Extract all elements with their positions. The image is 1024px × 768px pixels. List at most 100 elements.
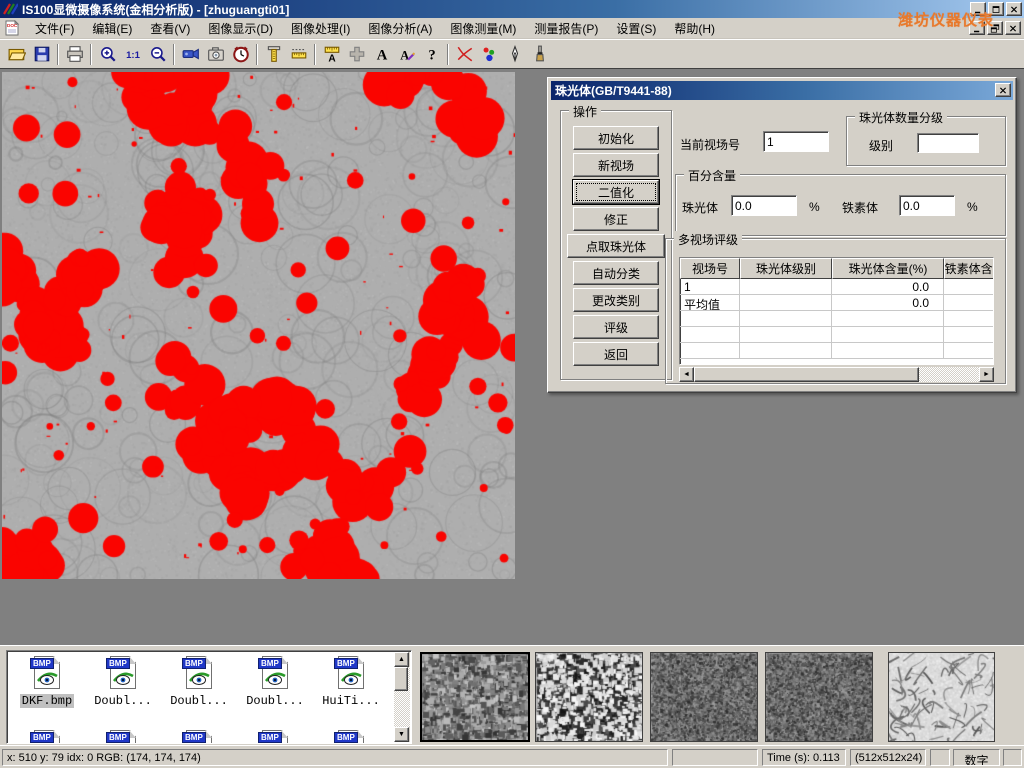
thumbnail-3[interactable] [650, 652, 758, 742]
curve-measure-icon[interactable] [452, 42, 477, 66]
file-item[interactable]: BMP [237, 729, 313, 744]
file-name[interactable]: HuiTi... [320, 694, 382, 708]
title-bar[interactable]: IS100显微摄像系统(金相分析版) - [zhuguangti01] [0, 0, 1024, 18]
actual-size-icon[interactable]: 1:1 [120, 42, 145, 66]
file-item[interactable]: BMP [313, 729, 389, 744]
window-title: IS100显微摄像系统(金相分析版) - [zhuguangti01] [22, 1, 289, 18]
child-close-icon[interactable] [1005, 21, 1021, 35]
file-item[interactable]: BMP HuiTi... [313, 655, 389, 708]
snapshot-icon[interactable] [203, 42, 228, 66]
file-item[interactable]: BMP [9, 729, 85, 744]
timer-icon[interactable] [228, 42, 253, 66]
col-ferrite-content[interactable]: 铁素体含量(%) [944, 258, 994, 279]
file-item[interactable]: BMP Doubl... [237, 655, 313, 708]
file-name[interactable]: Doubl... [244, 694, 306, 708]
col-pearlite-grade[interactable]: 珠光体级别 [740, 258, 832, 279]
ferrite-input[interactable] [899, 195, 955, 216]
table-hscrollbar[interactable]: ◄ ► [679, 367, 994, 382]
text-icon[interactable]: A [369, 42, 394, 66]
draw-pen-icon[interactable] [502, 42, 527, 66]
dialog-title-bar[interactable]: 珠光体(GB/T9441-88) [551, 81, 1013, 100]
close-icon[interactable] [1006, 2, 1022, 16]
maximize-icon[interactable] [988, 2, 1004, 16]
cell [944, 311, 994, 326]
menu-view[interactable]: 查看(V) [141, 18, 199, 39]
scroll-track[interactable] [694, 367, 979, 382]
table-row[interactable]: 1 0.0 [680, 279, 993, 295]
workspace: 珠光体(GB/T9441-88) 操作 初始化 新视场 二值化 修正 点取珠光体… [0, 68, 1024, 645]
file-item[interactable]: BMP DKF.bmp [9, 655, 85, 708]
percent-group: 百分含量 珠光体 % 铁素体 % [675, 174, 1006, 236]
zoom-in-icon[interactable] [95, 42, 120, 66]
phase-mark-icon[interactable] [477, 42, 502, 66]
help-icon[interactable]: ? [419, 42, 444, 66]
thumbnail-4[interactable] [765, 652, 873, 742]
scroll-down-icon[interactable]: ▼ [394, 727, 409, 742]
scroll-thumb[interactable] [694, 367, 919, 382]
menu-settings[interactable]: 设置(S) [607, 18, 665, 39]
table-row[interactable] [680, 311, 993, 327]
grid-icon[interactable] [344, 42, 369, 66]
thumbnail-5[interactable] [888, 652, 995, 742]
child-restore-icon[interactable] [987, 21, 1003, 35]
calibration-icon[interactable]: A [319, 42, 344, 66]
zoom-out-icon[interactable] [145, 42, 170, 66]
current-view-input[interactable] [763, 131, 829, 152]
file-name[interactable]: DKF.bmp [20, 694, 74, 708]
scroll-thumb[interactable] [394, 667, 408, 691]
pearlite-input[interactable] [731, 195, 797, 216]
change-class-button[interactable]: 更改类别 [573, 288, 659, 312]
file-name[interactable]: Doubl... [92, 694, 154, 708]
table-row[interactable] [680, 343, 993, 359]
scroll-right-icon[interactable]: ► [979, 367, 994, 382]
file-list[interactable]: BMP DKF.bmp BMP Doubl... BMP Doubl... BM… [6, 650, 412, 744]
file-name[interactable]: Doubl... [168, 694, 230, 708]
child-minimize-icon[interactable] [969, 21, 985, 35]
new-view-button[interactable]: 新视场 [573, 153, 659, 177]
cell [944, 279, 994, 294]
caliper-icon[interactable] [261, 42, 286, 66]
filelist-vscrollbar[interactable]: ▲ ▼ [394, 652, 410, 742]
cell [832, 311, 944, 326]
thumbnail-1[interactable] [420, 652, 530, 742]
menu-image-measure[interactable]: 图像测量(M) [441, 18, 525, 39]
scroll-left-icon[interactable]: ◄ [679, 367, 694, 382]
scroll-up-icon[interactable]: ▲ [394, 652, 409, 667]
menu-report[interactable]: 测量报告(P) [525, 18, 607, 39]
open-file-icon[interactable] [4, 42, 29, 66]
file-item[interactable]: BMP [85, 729, 161, 744]
file-item[interactable]: BMP Doubl... [161, 655, 237, 708]
auto-classify-button[interactable]: 自动分类 [573, 261, 659, 285]
rate-button[interactable]: 评级 [573, 315, 659, 339]
ruler-icon[interactable] [286, 42, 311, 66]
menu-help[interactable]: 帮助(H) [665, 18, 724, 39]
multiview-table[interactable]: 视场号 珠光体级别 珠光体含量(%) 铁素体含量(%) 1 0.0 平均值 [679, 257, 994, 365]
metallographic-image[interactable] [2, 72, 515, 579]
table-row[interactable]: 平均值 0.0 [680, 295, 993, 311]
pick-pearlite-button[interactable]: 点取珠光体 [567, 234, 665, 258]
menu-edit[interactable]: 编辑(E) [83, 18, 141, 39]
paint-brush-icon[interactable] [527, 42, 552, 66]
menu-image-analysis[interactable]: 图像分析(A) [359, 18, 441, 39]
menu-image-processing[interactable]: 图像处理(I) [282, 18, 359, 39]
dialog-close-icon[interactable] [995, 83, 1011, 97]
menu-file[interactable]: 文件(F) [26, 18, 83, 39]
col-pearlite-content[interactable]: 珠光体含量(%) [832, 258, 944, 279]
file-item[interactable]: BMP [161, 729, 237, 744]
init-button[interactable]: 初始化 [573, 126, 659, 150]
binarize-button[interactable]: 二值化 [573, 180, 659, 204]
save-icon[interactable] [29, 42, 54, 66]
menu-image-display[interactable]: 图像显示(D) [199, 18, 282, 39]
print-icon[interactable] [62, 42, 87, 66]
file-item[interactable]: BMP Doubl... [85, 655, 161, 708]
table-row[interactable] [680, 327, 993, 343]
video-capture-icon[interactable] [178, 42, 203, 66]
correct-button[interactable]: 修正 [573, 207, 659, 231]
minimize-icon[interactable] [970, 2, 986, 16]
grade-input[interactable] [917, 133, 979, 153]
thumbnail-2[interactable] [535, 652, 643, 742]
col-view-number[interactable]: 视场号 [680, 258, 740, 279]
return-button[interactable]: 返回 [573, 342, 659, 366]
annotate-icon[interactable]: A [394, 42, 419, 66]
scroll-track[interactable] [394, 667, 410, 727]
